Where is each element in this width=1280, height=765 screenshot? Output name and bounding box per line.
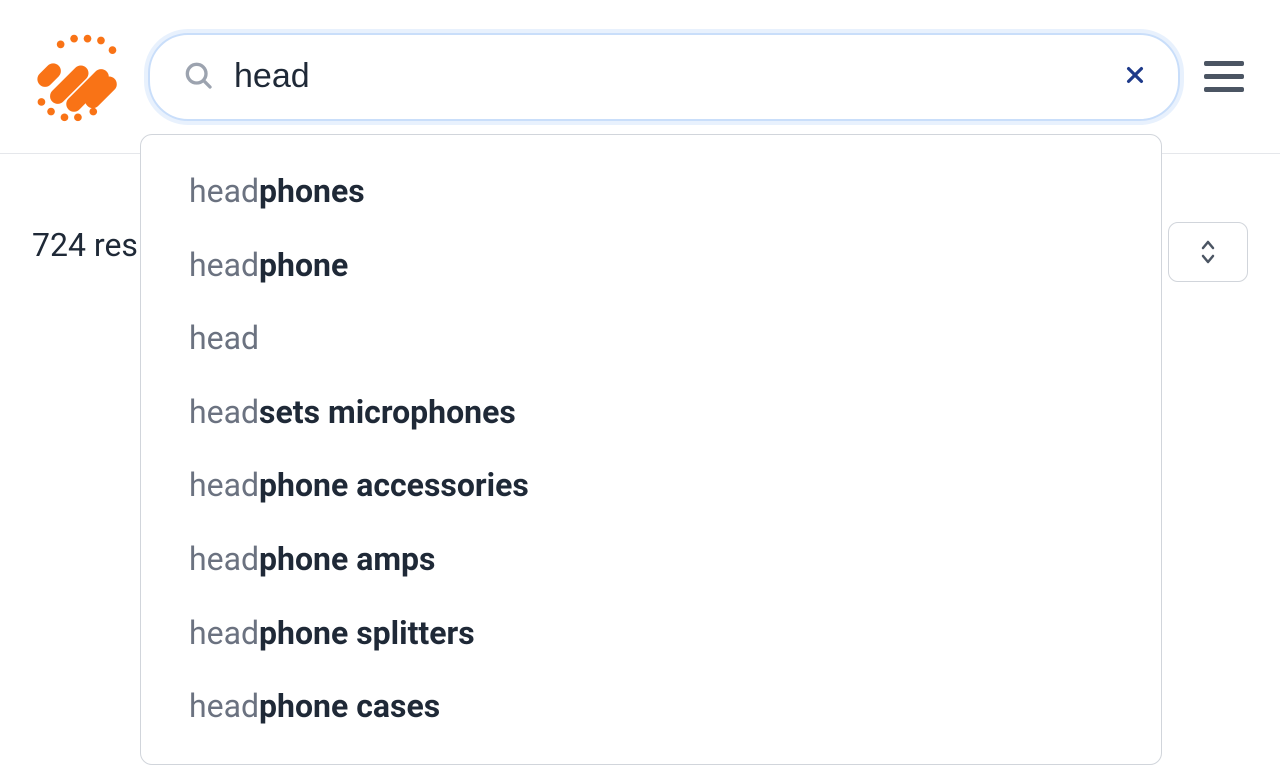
sort-button[interactable]	[1168, 222, 1248, 282]
suggestion-rest: phone accessories	[259, 466, 529, 504]
suggestion-item[interactable]: headsets microphones	[141, 376, 1161, 450]
logo[interactable]	[28, 29, 124, 125]
menu-button[interactable]	[1204, 53, 1252, 101]
suggestion-item[interactable]: headphone splitters	[141, 597, 1161, 671]
suggestion-match: head	[189, 246, 259, 284]
clear-icon[interactable]	[1124, 60, 1146, 93]
menu-bar	[1204, 87, 1244, 92]
chevron-up-down-icon	[1196, 238, 1220, 266]
suggestion-item[interactable]: headphones	[141, 155, 1161, 229]
suggestion-match: head	[189, 393, 259, 431]
results-count: 724 resu	[32, 226, 156, 264]
search-icon	[182, 59, 214, 95]
search-input[interactable]	[234, 57, 1124, 96]
suggestion-match: head	[189, 614, 259, 652]
suggestion-match: head	[189, 466, 259, 504]
content: 724 resu headphonesheadphoneheadheadsets…	[0, 154, 1280, 214]
suggestion-item[interactable]: headphone amps	[141, 523, 1161, 597]
suggestion-rest: phone	[259, 246, 348, 284]
suggestion-match: head	[189, 687, 259, 725]
suggestion-match: head	[189, 540, 259, 578]
suggestion-item[interactable]: head	[141, 302, 1161, 376]
menu-bar	[1204, 61, 1244, 66]
suggestion-match: head	[189, 319, 259, 357]
suggestion-match: head	[189, 172, 259, 210]
suggestion-item[interactable]: headphone cases	[141, 670, 1161, 744]
suggestion-item[interactable]: headphone	[141, 229, 1161, 303]
search-container	[148, 33, 1180, 121]
header	[0, 0, 1280, 154]
suggestion-rest: phone cases	[259, 687, 440, 725]
suggestion-rest: phone splitters	[259, 614, 475, 652]
suggestion-rest: sets microphones	[259, 393, 516, 431]
suggestion-rest: phone amps	[259, 540, 435, 578]
suggestions-dropdown: headphonesheadphoneheadheadsets micropho…	[140, 134, 1162, 765]
suggestion-item[interactable]: headphone accessories	[141, 449, 1161, 523]
menu-bar	[1204, 74, 1244, 79]
search-box[interactable]	[148, 33, 1180, 121]
suggestion-rest: phones	[259, 172, 365, 210]
